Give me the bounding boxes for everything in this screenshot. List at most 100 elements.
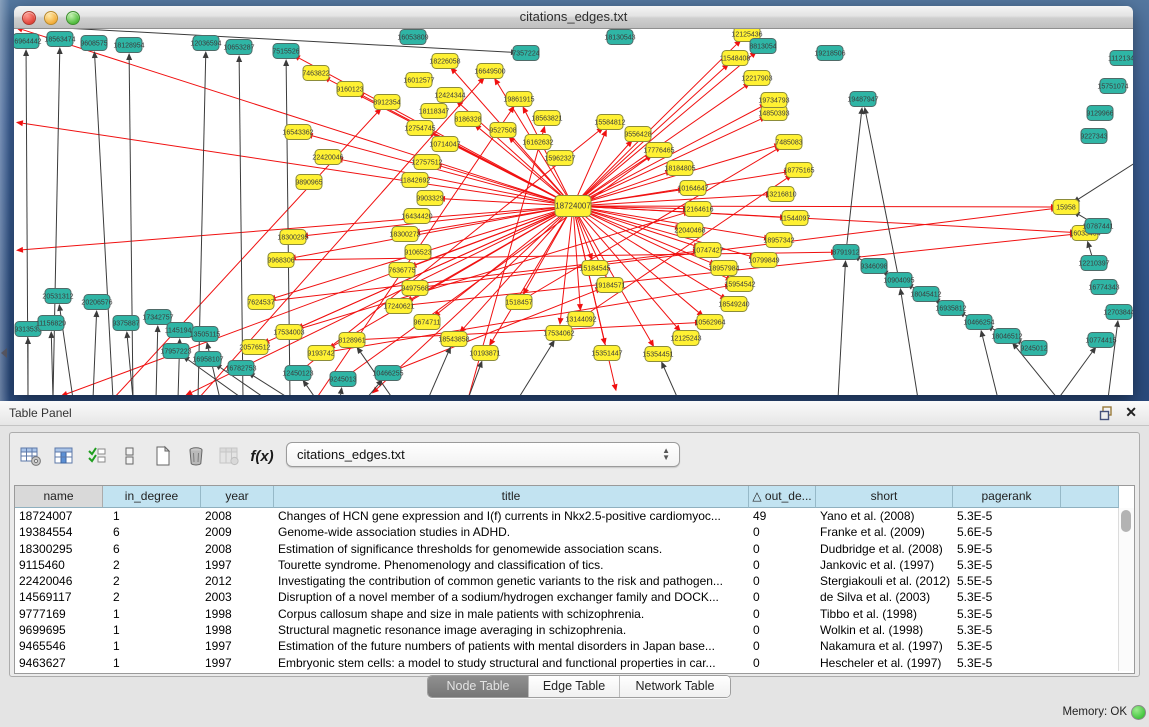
- network-node[interactable]: 20531312: [42, 289, 73, 304]
- network-node[interactable]: 20576512: [239, 340, 270, 355]
- select-all-checks-button[interactable]: [82, 443, 112, 469]
- row-height-button[interactable]: [115, 443, 145, 469]
- network-node[interactable]: 9375887: [112, 316, 139, 331]
- network-node[interactable]: 16434420: [401, 209, 432, 224]
- network-node[interactable]: 9608575: [80, 36, 107, 51]
- network-node[interactable]: 17240621: [383, 299, 414, 314]
- network-node[interactable]: 18724007: [555, 196, 591, 217]
- network-node[interactable]: 18957342: [763, 233, 794, 248]
- column-header-year[interactable]: year: [201, 486, 274, 508]
- network-node[interactable]: 19487947: [847, 92, 878, 107]
- network-node[interactable]: 10466255: [372, 366, 403, 381]
- network-node[interactable]: 9129966: [1086, 106, 1113, 121]
- column-header-in_degree[interactable]: in_degree: [103, 486, 201, 508]
- network-node[interactable]: 13505115: [190, 327, 221, 342]
- tab-node-table[interactable]: Node Table: [428, 676, 529, 697]
- network-node[interactable]: 18563474: [44, 32, 75, 47]
- network-node[interactable]: 9674711: [414, 315, 441, 330]
- network-node[interactable]: 10164647: [677, 181, 708, 196]
- network-node[interactable]: 7357224: [512, 46, 539, 61]
- column-header-name[interactable]: name: [15, 486, 103, 508]
- network-node[interactable]: 16649500: [474, 64, 505, 79]
- network-node[interactable]: 16774343: [1088, 280, 1119, 295]
- network-node[interactable]: 10714047: [429, 137, 460, 152]
- column-header-out_de...[interactable]: △ out_de...: [749, 486, 816, 508]
- float-panel-icon[interactable]: [1099, 405, 1115, 421]
- column-header-filler[interactable]: [1061, 486, 1119, 508]
- network-node[interactable]: 10747427: [692, 243, 723, 258]
- network-node[interactable]: 16964442: [14, 34, 42, 49]
- function-builder-button[interactable]: f(x): [247, 443, 277, 469]
- delete-table-button[interactable]: [181, 443, 211, 469]
- network-node[interactable]: 7485083: [775, 135, 802, 150]
- network-node[interactable]: 17534003: [273, 325, 304, 340]
- network-node[interactable]: 19218506: [814, 46, 845, 61]
- network-node[interactable]: 8813054: [749, 39, 776, 54]
- network-node[interactable]: 12036594: [190, 36, 221, 51]
- window-titlebar[interactable]: citations_edges.txt: [14, 6, 1133, 29]
- network-node[interactable]: 18543858: [438, 332, 469, 347]
- network-node[interactable]: 9556428: [624, 127, 651, 142]
- network-node[interactable]: 8186328: [454, 112, 481, 127]
- memory-status-indicator[interactable]: [1131, 705, 1146, 720]
- network-node[interactable]: 10193871: [469, 346, 500, 361]
- network-node[interactable]: 10653287: [223, 40, 254, 55]
- network-node[interactable]: 22040468: [674, 223, 705, 238]
- table-row[interactable]: 946362711997Embryonic stem cells: a mode…: [15, 655, 1119, 671]
- network-node[interactable]: 18128954: [113, 38, 144, 53]
- network-node[interactable]: 16162632: [522, 135, 553, 150]
- network-node[interactable]: 18957984: [708, 261, 739, 276]
- network-node[interactable]: 9245013: [329, 372, 356, 387]
- table-scrollbar[interactable]: [1118, 508, 1134, 671]
- network-table-select[interactable]: citations_edges.txt ▲▼: [286, 442, 680, 467]
- table-scrollbar-thumb[interactable]: [1121, 510, 1131, 532]
- network-node[interactable]: 9160123: [336, 82, 363, 97]
- table-row[interactable]: 1872400712008Changes of HCN gene express…: [15, 508, 1119, 524]
- network-node[interactable]: 11548408: [720, 51, 751, 66]
- network-node[interactable]: 18130543: [604, 30, 635, 45]
- network-node[interactable]: 16053809: [397, 30, 428, 45]
- network-node[interactable]: 10466254: [963, 315, 994, 330]
- network-node[interactable]: 15954542: [724, 277, 755, 292]
- network-node[interactable]: 12424344: [434, 88, 465, 103]
- column-header-short[interactable]: short: [816, 486, 953, 508]
- table-row[interactable]: 1830029562008Estimation of significance …: [15, 541, 1119, 557]
- network-node[interactable]: 16782753: [225, 361, 256, 376]
- network-node[interactable]: 15354451: [642, 347, 673, 362]
- modify-table-button[interactable]: [16, 443, 46, 469]
- tab-edge-table[interactable]: Edge Table: [529, 676, 620, 697]
- network-node[interactable]: 18300273: [389, 227, 420, 242]
- network-node[interactable]: 8791912: [832, 245, 859, 260]
- network-node[interactable]: 9245012: [1020, 341, 1047, 356]
- network-node[interactable]: 9527508: [489, 123, 516, 138]
- network-node[interactable]: 9903329: [416, 191, 443, 206]
- network-node[interactable]: 10787441: [1082, 219, 1113, 234]
- network-node[interactable]: 9890965: [295, 175, 322, 190]
- column-header-pagerank[interactable]: pagerank: [953, 486, 1061, 508]
- network-node[interactable]: 19734793: [758, 93, 789, 108]
- network-node[interactable]: 12757512: [411, 155, 442, 170]
- network-node[interactable]: 16543362: [282, 125, 313, 140]
- network-node[interactable]: 17534062: [543, 326, 574, 341]
- network-node[interactable]: 13144092: [565, 312, 596, 327]
- network-node[interactable]: 12164616: [682, 202, 713, 217]
- network-node[interactable]: 11121344: [1108, 51, 1133, 66]
- network-node[interactable]: 15751074: [1097, 79, 1128, 94]
- table-row[interactable]: 2242004622012Investigating the contribut…: [15, 573, 1119, 589]
- network-node[interactable]: 15958: [1053, 200, 1079, 215]
- network-node[interactable]: 12125243: [670, 331, 701, 346]
- delete-column-button[interactable]: [214, 443, 244, 469]
- table-row[interactable]: 946554611997Estimation of the future num…: [15, 638, 1119, 654]
- network-node[interactable]: 11842692: [400, 173, 431, 188]
- network-node[interactable]: 15351447: [591, 346, 622, 361]
- network-node[interactable]: 7463822: [302, 66, 329, 81]
- network-node[interactable]: 12703844: [1103, 305, 1133, 320]
- network-node[interactable]: 15962327: [544, 151, 575, 166]
- network-node[interactable]: 10562964: [694, 315, 725, 330]
- network-node[interactable]: 18775165: [783, 163, 814, 178]
- network-node[interactable]: 20206576: [81, 295, 112, 310]
- network-node[interactable]: 11544097: [780, 211, 811, 226]
- network-node[interactable]: 10799849: [748, 253, 779, 268]
- network-node[interactable]: 18300295: [277, 230, 308, 245]
- network-node[interactable]: 1518457: [505, 295, 532, 310]
